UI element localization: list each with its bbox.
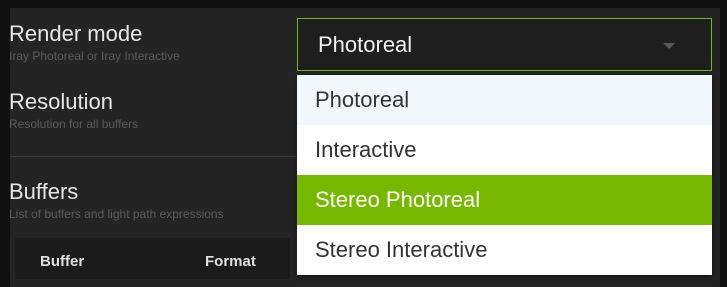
menu-option-photoreal[interactable]: Photoreal [297,75,712,125]
column-header-format[interactable]: Format [205,253,256,270]
render-mode-dropdown-menu: Photoreal Interactive Stereo Photoreal S… [297,75,712,275]
render-mode-description: Iray Photoreal or Iray Interactive [9,49,180,63]
render-mode-select-value: Photoreal [318,32,413,57]
window: Render mode Iray Photoreal or Iray Inter… [0,0,727,287]
column-header-buffer[interactable]: Buffer [40,253,84,270]
chevron-down-icon [663,43,675,49]
render-mode-select[interactable]: Photoreal [297,18,712,71]
resolution-label: Resolution [9,89,113,114]
buffers-property: Buffers List of buffers and light path e… [9,180,289,222]
render-mode-label: Render mode [9,21,143,46]
buffers-description: List of buffers and light path expressio… [9,207,224,221]
resolution-property: Resolution Resolution for all buffers [9,90,289,132]
menu-option-stereo-photoreal[interactable]: Stereo Photoreal [297,175,712,225]
resolution-description: Resolution for all buffers [9,117,139,131]
render-mode-property: Render mode Iray Photoreal or Iray Inter… [9,22,289,64]
menu-option-interactive[interactable]: Interactive [297,125,712,175]
menu-option-stereo-interactive[interactable]: Stereo Interactive [297,225,712,275]
buffers-label: Buffers [9,180,79,204]
